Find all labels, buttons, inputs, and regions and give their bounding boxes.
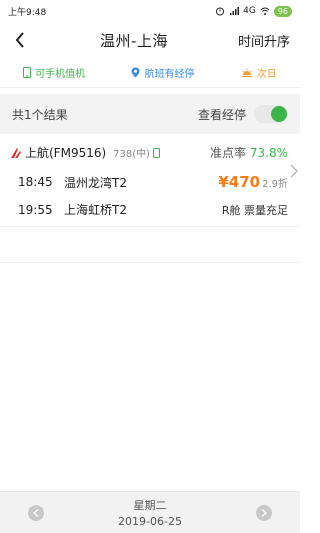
status-icons: 4G 96 — [215, 5, 292, 17]
airline-info: 上航(FM9516) 738(中) — [10, 144, 161, 161]
flight-card[interactable]: 上航(FM9516) 738(中) 准点率 73.8% 18:45 温州龙湾T2… — [0, 134, 300, 227]
chevron-right-small-icon — [261, 508, 267, 517]
phone-icon — [23, 67, 32, 78]
next-day-button[interactable] — [256, 504, 272, 521]
location-pin-icon — [131, 67, 140, 78]
date-label: 2019-06-25 — [118, 515, 182, 528]
filter-mobile-checkin[interactable]: 可手机值机 — [23, 65, 85, 80]
filter-bar: 可手机值机 航班有经停 次日 — [0, 58, 300, 88]
price-value: ¥470 — [218, 173, 261, 191]
filter-next-day[interactable]: 次日 — [241, 65, 277, 80]
airline-flight-number: 上航(FM9516) — [25, 146, 107, 160]
filter-has-stop[interactable]: 航班有经停 — [131, 65, 194, 80]
previous-day-button[interactable] — [28, 504, 44, 521]
page-title: 温州-上海 — [100, 31, 168, 50]
ontime-rate: 准点率 73.8% — [210, 144, 288, 161]
aircraft-type: 738(中) — [113, 149, 151, 160]
nav-bar: 温州-上海 时间升序 — [0, 22, 300, 58]
status-time: 上午9:48 — [8, 7, 47, 18]
toggle-knob — [271, 106, 287, 122]
back-arrow-icon — [15, 32, 24, 48]
stops-toggle-group: 查看经停 — [198, 105, 288, 123]
depart-airport: 温州龙湾T2 — [64, 175, 127, 190]
network-label: 4G — [243, 6, 256, 16]
status-bar: 上午9:48 4G 96 — [0, 0, 300, 22]
sunrise-icon — [241, 68, 253, 77]
discount: 2.9折 — [262, 179, 288, 190]
filter-next-day-label: 次日 — [256, 69, 277, 80]
depart-time: 18:45 — [18, 175, 53, 189]
arrive-time: 19:55 — [18, 202, 53, 217]
weekday-label: 星期二 — [133, 499, 167, 512]
result-summary-bar: 共1个结果 查看经停 — [0, 94, 300, 134]
cabin-availability: R舱 票量充足 — [221, 203, 288, 217]
departure-row: 18:45 温州龙湾T2 ¥470 2.9折 — [10, 173, 288, 191]
stops-toggle-label: 查看经停 — [197, 107, 246, 122]
filter-has-stop-label: 航班有经停 — [144, 69, 195, 80]
battery-indicator: 96 — [273, 5, 292, 17]
filter-mobile-checkin-label: 可手机值机 — [35, 69, 86, 80]
empty-row — [0, 227, 300, 263]
mobile-checkin-icon — [153, 147, 161, 158]
arrival-row: 19:55 上海虹桥T2 R舱 票量充足 — [10, 201, 288, 218]
sort-button[interactable]: 时间升序 — [238, 31, 290, 50]
current-date: 星期二 2019-06-25 — [118, 497, 182, 528]
stops-toggle-switch[interactable] — [254, 105, 288, 123]
alarm-icon — [216, 7, 225, 16]
chevron-left-icon — [33, 508, 39, 517]
wifi-icon — [260, 7, 270, 15]
ontime-value: 73.8% — [249, 146, 288, 160]
price: ¥470 2.9折 — [218, 173, 288, 191]
signal-icon — [230, 7, 240, 15]
ontime-label: 准点率 — [210, 146, 247, 160]
result-count: 共1个结果 — [12, 107, 68, 122]
chevron-right-icon — [290, 164, 298, 178]
shanghai-airlines-logo-icon — [11, 147, 21, 158]
back-button[interactable] — [10, 28, 30, 52]
date-switcher-bar: 星期二 2019-06-25 — [0, 491, 300, 533]
arrive-airport: 上海虹桥T2 — [64, 203, 127, 217]
